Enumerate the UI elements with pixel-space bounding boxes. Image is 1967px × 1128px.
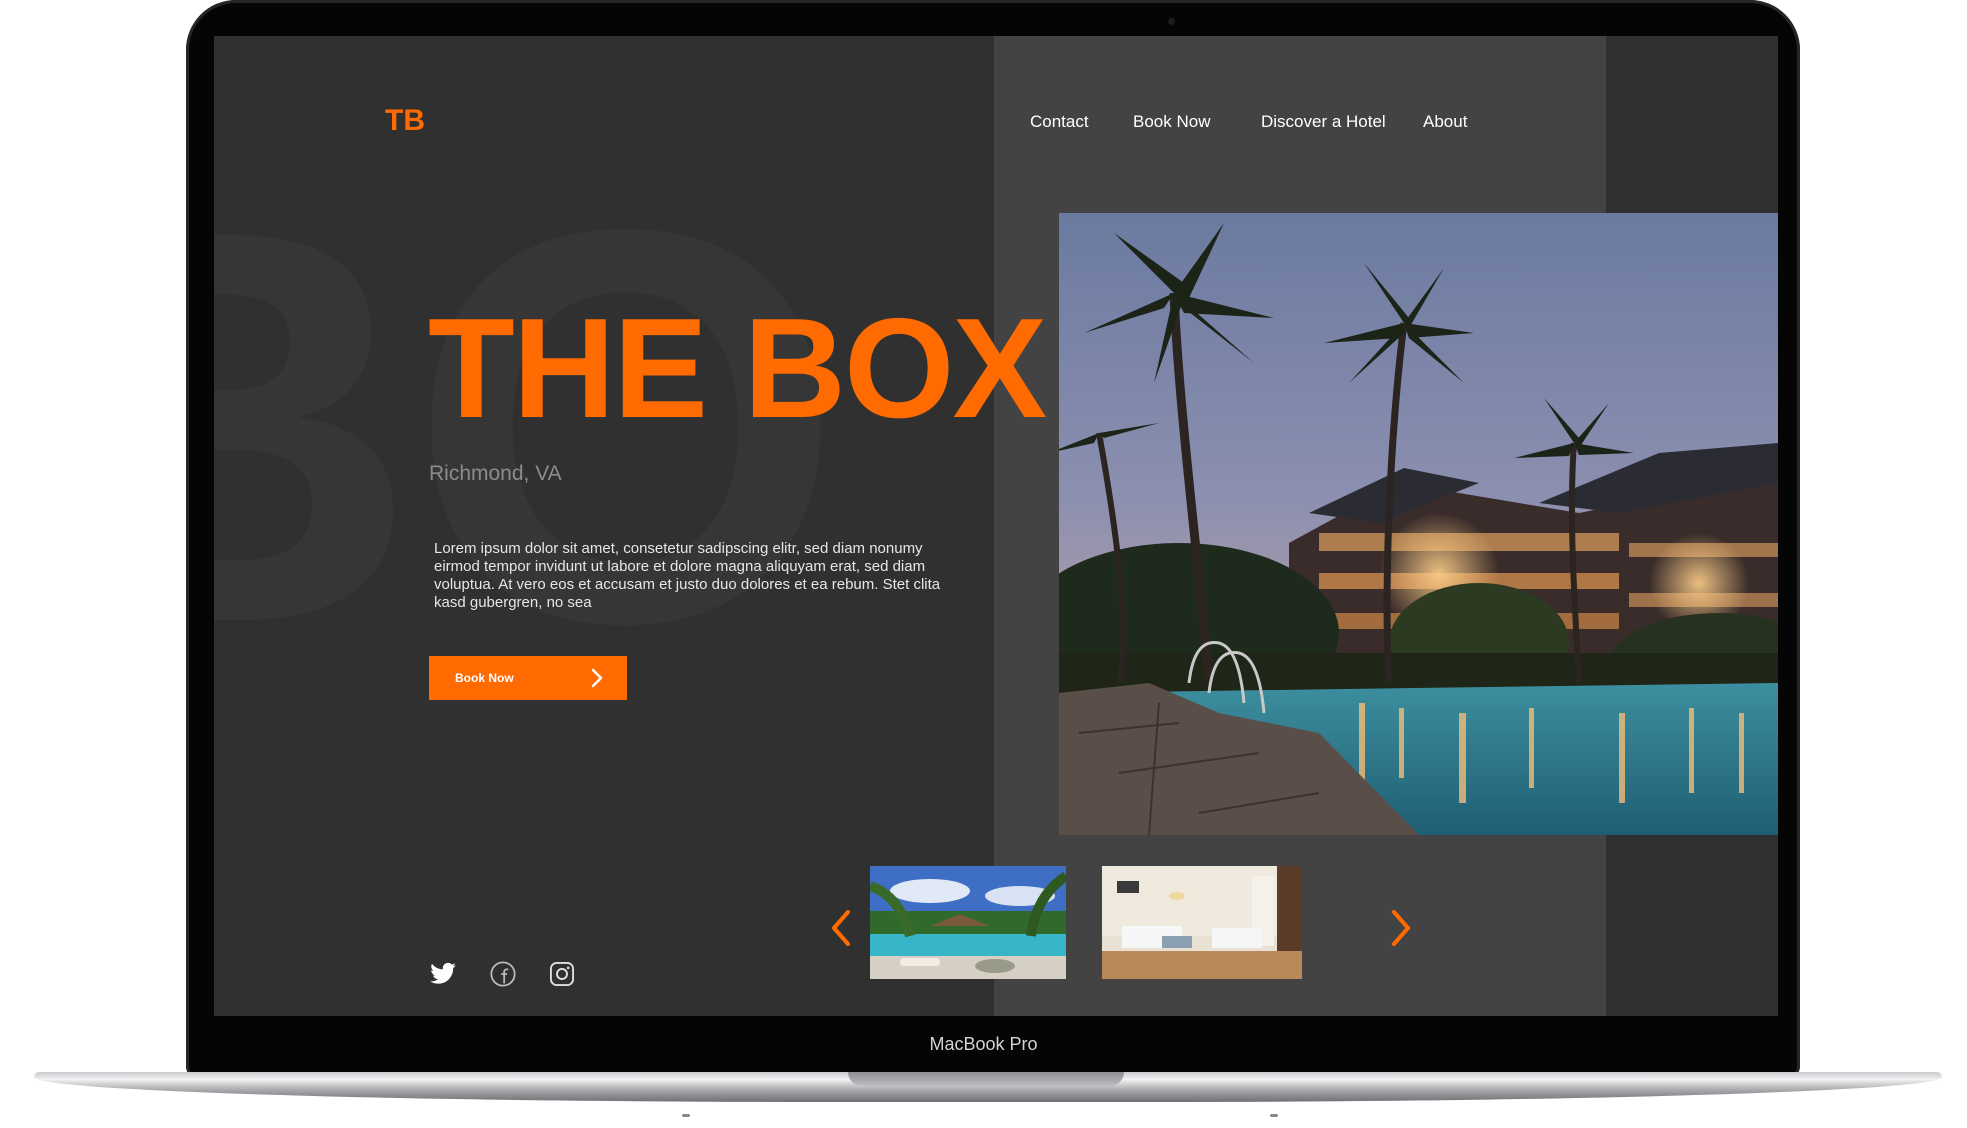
hero-description: Lorem ipsum dolor sit amet, consetetur s… <box>434 540 941 611</box>
laptop-foot <box>682 1114 690 1117</box>
hero-location: Richmond, VA <box>429 462 562 485</box>
thumbnail-tropical-pool[interactable] <box>870 866 1066 979</box>
nav-contact[interactable]: Contact <box>1030 112 1089 132</box>
instagram-icon[interactable] <box>548 960 576 988</box>
twitter-icon[interactable] <box>429 960 457 988</box>
book-now-button-label: Book Now <box>455 671 514 685</box>
laptop-foot <box>1270 1114 1278 1117</box>
book-now-button[interactable]: Book Now <box>429 656 627 700</box>
chevron-right-icon[interactable] <box>1386 908 1416 948</box>
nav-about[interactable]: About <box>1423 112 1467 132</box>
thumbnail-hotel-bedroom[interactable] <box>1102 866 1302 979</box>
device-label: MacBook Pro <box>929 1034 1038 1054</box>
website-screen: BO TB Contact Book Now Discover a Hotel … <box>214 36 1778 1016</box>
nav-book-now[interactable]: Book Now <box>1133 112 1210 132</box>
logo[interactable]: TB <box>385 104 425 138</box>
chevron-left-icon[interactable] <box>826 908 856 948</box>
facebook-icon[interactable] <box>489 960 517 988</box>
laptop-notch <box>848 1072 1124 1086</box>
chevron-right-icon <box>591 668 603 688</box>
hero-photo-resort-pool <box>1059 213 1778 835</box>
nav-discover-hotel[interactable]: Discover a Hotel <box>1261 112 1386 132</box>
camera-dot <box>1168 18 1175 25</box>
hero-title: THE BOX <box>428 289 1047 448</box>
